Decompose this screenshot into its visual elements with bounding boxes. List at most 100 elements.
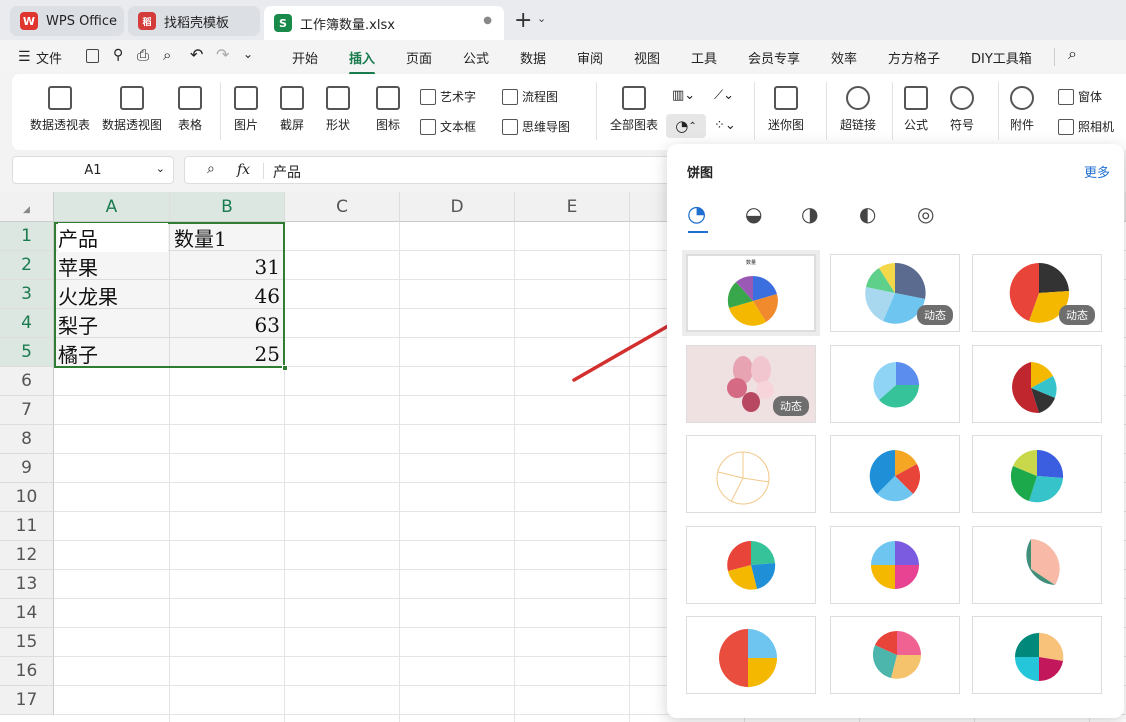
shape-button[interactable]: 形状: [326, 86, 350, 133]
col-header-d[interactable]: D: [400, 192, 515, 222]
more-chevron-icon[interactable]: ⌄: [243, 47, 253, 61]
menu-efficiency[interactable]: 效率: [831, 48, 857, 67]
cell-b2[interactable]: 31: [174, 252, 280, 281]
chart-template-12[interactable]: [972, 526, 1102, 604]
chevron-down-icon[interactable]: ⌄: [537, 12, 546, 25]
row-header-17[interactable]: 17: [0, 686, 54, 715]
camera-button[interactable]: 照相机: [1058, 118, 1114, 135]
screenshot-button[interactable]: 截屏: [280, 86, 304, 133]
cell-a1[interactable]: 产品: [58, 223, 168, 252]
preview-icon[interactable]: ⌕: [163, 46, 171, 64]
cell-a2[interactable]: 苹果: [58, 252, 168, 281]
new-tab-icon[interactable]: +: [514, 8, 532, 33]
sparkline-button[interactable]: 迷你图: [768, 86, 804, 133]
row-header-8[interactable]: 8: [0, 425, 54, 454]
chevron-down-icon[interactable]: ⌄: [156, 162, 165, 175]
formula-input[interactable]: ⌕ fx 产品: [184, 156, 684, 184]
redo-icon[interactable]: ↷: [216, 45, 229, 64]
symbol-button[interactable]: 符号: [950, 86, 974, 133]
chart-template-1[interactable]: 数量: [686, 254, 816, 332]
chart-template-3[interactable]: 动态: [972, 254, 1102, 332]
chart-template-15[interactable]: [972, 616, 1102, 694]
select-all-corner[interactable]: ◢: [0, 192, 54, 222]
cell-a5[interactable]: 橘子: [58, 339, 168, 368]
print-icon[interactable]: ⎙: [137, 46, 149, 64]
line-chart-icon[interactable]: ⟋⌄: [714, 88, 734, 103]
menu-fangfang[interactable]: 方方格子: [888, 48, 940, 67]
menu-start[interactable]: 开始: [292, 48, 318, 67]
tab-workbook[interactable]: S 工作簿数量.xlsx ●: [264, 6, 504, 40]
name-box[interactable]: A1 ⌄: [12, 156, 174, 184]
chart-template-9[interactable]: [972, 435, 1102, 513]
menu-data[interactable]: 数据: [520, 48, 546, 67]
column-chart-icon[interactable]: ▥⌄: [672, 88, 695, 103]
chart-template-2[interactable]: 动态: [830, 254, 960, 332]
fx-icon[interactable]: fx: [237, 162, 250, 178]
picture-button[interactable]: 图片: [234, 86, 258, 133]
chart-template-10[interactable]: [686, 526, 816, 604]
pivot-table-button[interactable]: 数据透视表: [30, 86, 90, 133]
col-header-a[interactable]: A: [54, 192, 170, 222]
tab-wps-office[interactable]: W WPS Office: [10, 6, 124, 36]
col-header-b[interactable]: B: [170, 192, 285, 222]
save-icon[interactable]: [86, 49, 99, 63]
row-header-13[interactable]: 13: [0, 570, 54, 599]
all-charts-button[interactable]: 全部图表: [610, 86, 658, 133]
chart-template-14[interactable]: [830, 616, 960, 694]
row-header-1[interactable]: 1: [0, 222, 54, 251]
row-header-7[interactable]: 7: [0, 396, 54, 425]
menu-view[interactable]: 视图: [634, 48, 660, 67]
tab-template[interactable]: 稻 找稻壳模板: [128, 6, 260, 36]
row-header-6[interactable]: 6: [0, 367, 54, 396]
cell-b5[interactable]: 25: [174, 339, 280, 368]
cell-a3[interactable]: 火龙果: [58, 281, 168, 310]
row-header-14[interactable]: 14: [0, 599, 54, 628]
cell-b3[interactable]: 46: [174, 281, 280, 310]
pivot-chart-button[interactable]: 数据透视图: [102, 86, 162, 133]
row-header-5[interactable]: 5: [0, 338, 54, 367]
cell-b1[interactable]: 数量1: [174, 223, 282, 252]
menu-member[interactable]: 会员专享: [748, 48, 800, 67]
cell-b4[interactable]: 63: [174, 310, 280, 339]
chart-template-13[interactable]: [686, 616, 816, 694]
bar-of-pie-icon[interactable]: ◐: [859, 202, 876, 226]
row-header-2[interactable]: 2: [0, 251, 54, 280]
menu-page[interactable]: 页面: [406, 48, 432, 67]
pie-of-pie-icon[interactable]: ◑: [801, 202, 818, 226]
menu-review[interactable]: 审阅: [577, 48, 603, 67]
chart-template-5[interactable]: [830, 345, 960, 423]
row-header-4[interactable]: 4: [0, 309, 54, 338]
chart-template-4[interactable]: 动态: [686, 345, 816, 423]
chart-template-7[interactable]: [686, 435, 816, 513]
form-button[interactable]: 窗体: [1058, 88, 1102, 105]
icon-button[interactable]: 图标: [376, 86, 400, 133]
menu-formula[interactable]: 公式: [463, 48, 489, 67]
hyperlink-button[interactable]: 超链接: [840, 86, 876, 133]
row-header-11[interactable]: 11: [0, 512, 54, 541]
row-header-9[interactable]: 9: [0, 454, 54, 483]
flowchart-button[interactable]: 流程图: [502, 88, 558, 105]
chart-template-11[interactable]: [830, 526, 960, 604]
menu-tools[interactable]: 工具: [691, 48, 717, 67]
textbox-button[interactable]: 文本框: [420, 118, 476, 135]
chart-template-6[interactable]: [972, 345, 1102, 423]
close-dot-icon[interactable]: ●: [483, 15, 492, 26]
cell-a4[interactable]: 梨子: [58, 310, 168, 339]
fill-handle[interactable]: [282, 365, 288, 371]
attachment-button[interactable]: 附件: [1010, 86, 1034, 133]
more-link[interactable]: 更多: [1084, 162, 1110, 181]
pie-type-icon[interactable]: ◔: [687, 202, 706, 227]
undo-icon[interactable]: ↶: [190, 45, 203, 64]
equation-button[interactable]: 公式: [904, 86, 928, 133]
hamburger-icon[interactable]: ☰: [18, 49, 31, 65]
table-button[interactable]: 表格: [178, 86, 202, 133]
row-header-10[interactable]: 10: [0, 483, 54, 512]
menu-diy[interactable]: DIY工具箱: [971, 48, 1032, 67]
row-header-15[interactable]: 15: [0, 628, 54, 657]
col-header-c[interactable]: C: [285, 192, 400, 222]
row-header-12[interactable]: 12: [0, 541, 54, 570]
chart-template-8[interactable]: [830, 435, 960, 513]
pie-3d-icon[interactable]: ◒: [745, 202, 762, 226]
col-header-e[interactable]: E: [515, 192, 630, 222]
share-icon[interactable]: ⚲: [113, 47, 123, 63]
